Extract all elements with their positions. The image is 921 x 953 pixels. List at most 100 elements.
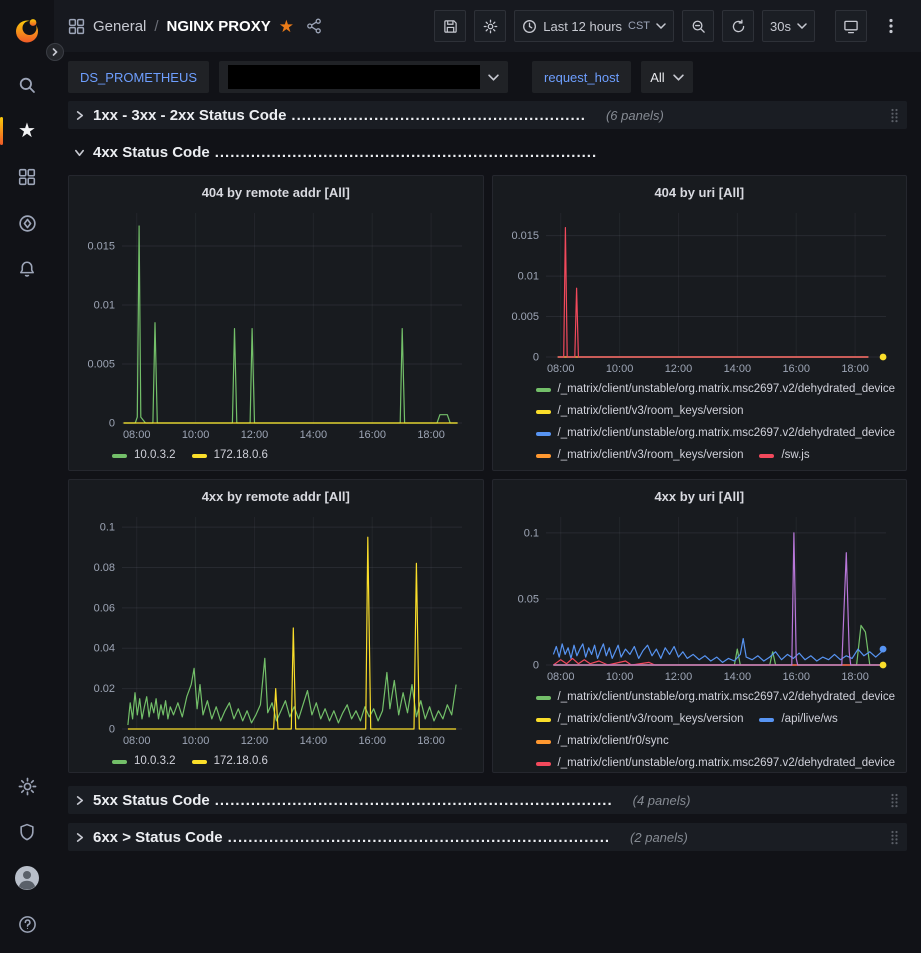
share-icon[interactable] <box>306 18 322 34</box>
breadcrumb-folder[interactable]: General <box>93 18 146 35</box>
legend-item[interactable]: /_matrix/client/v3/room_keys/version <box>536 709 744 730</box>
row-title: 6xx > Status Code <box>93 829 223 846</box>
svg-text:0.04: 0.04 <box>94 643 115 655</box>
svg-text:12:00: 12:00 <box>241 429 269 441</box>
row-4xx[interactable]: 4xx Status Code ........................… <box>68 138 907 166</box>
legend-item[interactable]: /_matrix/client/v3/room_keys/version <box>536 445 744 466</box>
sidebar-expand-toggle[interactable] <box>46 43 64 61</box>
chart-legend: /_matrix/client/unstable/org.matrix.msc2… <box>502 377 898 466</box>
grafana-logo[interactable] <box>0 8 54 52</box>
dashboard-settings-button[interactable] <box>474 10 506 42</box>
legend-item[interactable]: 172.18.0.6 <box>192 445 268 466</box>
svg-text:0.015: 0.015 <box>87 241 115 253</box>
dashboard-title[interactable]: NGINX PROXY <box>167 18 271 35</box>
refresh-button[interactable] <box>722 10 754 42</box>
row-drag-handle-icon[interactable] <box>890 830 899 845</box>
request-host-select[interactable]: All <box>641 61 692 93</box>
clock-icon <box>522 19 537 34</box>
chevron-right-icon <box>74 110 85 121</box>
chart-svg: 00.020.040.060.080.108:0010:0012:0014:00… <box>78 509 474 749</box>
chart-4xx-by-remote-addr: 00.020.040.060.080.108:0010:0012:0014:00… <box>78 509 474 749</box>
panel-404-by-remote-addr: 404 by remote addr [All] 00.0050.010.015… <box>68 175 484 471</box>
svg-text:08:00: 08:00 <box>123 735 151 747</box>
legend-item[interactable]: /api/live/ws <box>759 709 837 730</box>
legend-item[interactable]: /_matrix/client/unstable/org.matrix.msc2… <box>536 753 896 773</box>
row-1xx-3xx-2xx[interactable]: 1xx - 3xx - 2xx Status Code ............… <box>68 101 907 129</box>
svg-text:0.01: 0.01 <box>94 300 115 312</box>
row-title-wrap: 6xx > Status Code ......................… <box>93 829 610 846</box>
legend-item[interactable]: /_matrix/client/unstable/org.matrix.msc2… <box>536 687 896 708</box>
legend-swatch <box>759 718 774 722</box>
sidebar-item-help[interactable] <box>0 901 54 947</box>
legend-label: /sw.js <box>781 445 809 466</box>
legend-swatch <box>759 454 774 458</box>
legend-item[interactable]: /_matrix/client/v3/room_keys/version <box>536 401 744 422</box>
row-5xx[interactable]: 5xx Status Code ........................… <box>68 786 907 814</box>
row-title-dots: ........................................… <box>228 829 610 846</box>
chevron-down-icon <box>673 74 684 81</box>
panel-4xx-by-uri: 4xx by uri [All] 00.050.108:0010:0012:00… <box>492 479 908 773</box>
panel-4xx-by-remote-addr: 4xx by remote addr [All] 00.020.040.060.… <box>68 479 484 773</box>
row-drag-handle-icon[interactable] <box>890 793 899 808</box>
legend-item[interactable]: /_matrix/client/r0/sync <box>536 731 669 752</box>
svg-text:0.08: 0.08 <box>94 562 115 574</box>
sidebar-item-explore[interactable] <box>0 200 54 246</box>
main-area: General / NGINX PROXY ★ <box>54 0 921 851</box>
datasource-variable-label[interactable]: DS_PROMETHEUS <box>68 61 209 93</box>
star-icon: ★ <box>18 121 36 141</box>
row-title-dots: ........................................… <box>215 792 613 809</box>
datasource-select[interactable] <box>219 61 508 93</box>
svg-text:14:00: 14:00 <box>723 671 751 683</box>
svg-text:12:00: 12:00 <box>664 671 692 683</box>
chevron-down-icon <box>74 147 85 158</box>
row-title: 4xx Status Code <box>93 144 210 161</box>
chart-404-by-remote-addr: 00.0050.010.01508:0010:0012:0014:0016:00… <box>78 205 474 443</box>
row-drag-handle-icon[interactable] <box>890 108 899 123</box>
legend-item[interactable]: 172.18.0.6 <box>192 751 268 772</box>
svg-text:18:00: 18:00 <box>841 363 869 375</box>
legend-item[interactable]: /_matrix/client/unstable/org.matrix.msc2… <box>536 423 896 444</box>
bell-icon <box>18 260 36 278</box>
row-title-wrap: 4xx Status Code ........................… <box>93 144 597 161</box>
sidebar-item-starred[interactable]: ★ <box>0 108 54 154</box>
legend-swatch <box>112 760 127 764</box>
legend-item[interactable]: /_matrix/client/unstable/org.matrix.msc2… <box>536 379 896 400</box>
legend-item[interactable]: 10.0.3.2 <box>112 445 176 466</box>
legend-swatch <box>192 760 207 764</box>
legend-label: /_matrix/client/v3/room_keys/version <box>558 445 744 466</box>
sidebar-item-dashboards[interactable] <box>0 154 54 200</box>
svg-text:0: 0 <box>109 724 115 736</box>
panel-title[interactable]: 4xx by remote addr [All] <box>78 485 474 509</box>
row-6xx[interactable]: 6xx > Status Code ......................… <box>68 823 907 851</box>
svg-text:16:00: 16:00 <box>782 671 810 683</box>
save-dashboard-button[interactable] <box>434 10 466 42</box>
panel-title[interactable]: 4xx by uri [All] <box>502 485 898 509</box>
zoom-out-button[interactable] <box>682 10 714 42</box>
legend-item[interactable]: 10.0.3.2 <box>112 751 176 772</box>
legend-label: 172.18.0.6 <box>214 445 268 466</box>
row-title-dots: ........................................… <box>291 107 586 124</box>
svg-text:10:00: 10:00 <box>605 671 633 683</box>
time-range-picker[interactable]: Last 12 hours CST <box>514 10 674 42</box>
legend-label: /_matrix/client/r0/sync <box>558 731 669 752</box>
panel-title[interactable]: 404 by uri [All] <box>502 181 898 205</box>
row-title-wrap: 5xx Status Code ........................… <box>93 792 613 809</box>
row-title: 1xx - 3xx - 2xx Status Code <box>93 107 286 124</box>
sidebar-item-server-admin[interactable] <box>0 809 54 855</box>
sidebar-item-profile[interactable] <box>0 855 54 901</box>
gear-icon <box>483 19 498 34</box>
panel-404-by-uri: 404 by uri [All] 00.0050.010.01508:0010:… <box>492 175 908 471</box>
legend-item[interactable]: /sw.js <box>759 445 809 466</box>
favorite-star-icon[interactable]: ★ <box>279 18 294 35</box>
sidebar-item-search[interactable] <box>0 62 54 108</box>
sidebar-item-alerting[interactable] <box>0 246 54 292</box>
search-icon <box>18 76 36 94</box>
kiosk-mode-button[interactable] <box>835 10 867 42</box>
request-host-variable-label[interactable]: request_host <box>532 61 631 93</box>
more-options-kebab[interactable] <box>875 10 907 42</box>
svg-text:10:00: 10:00 <box>182 735 210 747</box>
refresh-interval-picker[interactable]: 30s <box>762 10 815 42</box>
sidebar-item-configuration[interactable] <box>0 763 54 809</box>
panel-title[interactable]: 404 by remote addr [All] <box>78 181 474 205</box>
svg-text:0.05: 0.05 <box>517 593 538 605</box>
